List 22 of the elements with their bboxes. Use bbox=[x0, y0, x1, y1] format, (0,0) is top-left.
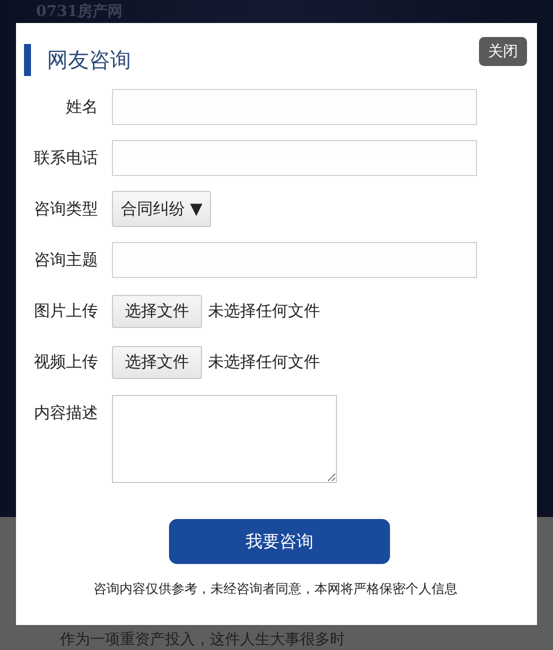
field-label: 联系电话 bbox=[33, 148, 98, 168]
file-status-text: 未选择任何文件 bbox=[208, 352, 320, 372]
field-label: 咨询类型 bbox=[33, 198, 98, 220]
submit-button[interactable]: 我要咨询 bbox=[169, 519, 390, 564]
field-label: 姓名 bbox=[65, 96, 98, 118]
type-dropdown[interactable]: 合同纠纷 ▼ bbox=[112, 191, 212, 227]
choose-file-button[interactable]: 选择文件 bbox=[112, 294, 202, 328]
privacy-notice: 咨询内容仅供参考，未经咨询者同意，本网将严格保密个人信息 bbox=[92, 581, 458, 598]
article-text: 作为一项重资产投入，这件人生大事很多时 bbox=[60, 630, 345, 648]
text-field[interactable] bbox=[112, 89, 477, 125]
dialog-title: 网友咨询 bbox=[47, 47, 131, 74]
title-accent-bar bbox=[24, 44, 31, 76]
file-status-text: 未选择任何文件 bbox=[208, 300, 320, 322]
field-label: 咨询主题 bbox=[33, 250, 98, 270]
choose-file-button[interactable]: 选择文件 bbox=[112, 346, 202, 378]
text-field[interactable] bbox=[112, 140, 477, 176]
close-button[interactable]: 关闭 bbox=[479, 37, 527, 66]
field-label: 视频上传 bbox=[33, 352, 98, 372]
text-field[interactable] bbox=[112, 242, 477, 278]
description-field[interactable] bbox=[112, 395, 337, 483]
field-label: 图片上传 bbox=[33, 300, 98, 322]
field-label: 内容描述 bbox=[33, 403, 98, 424]
